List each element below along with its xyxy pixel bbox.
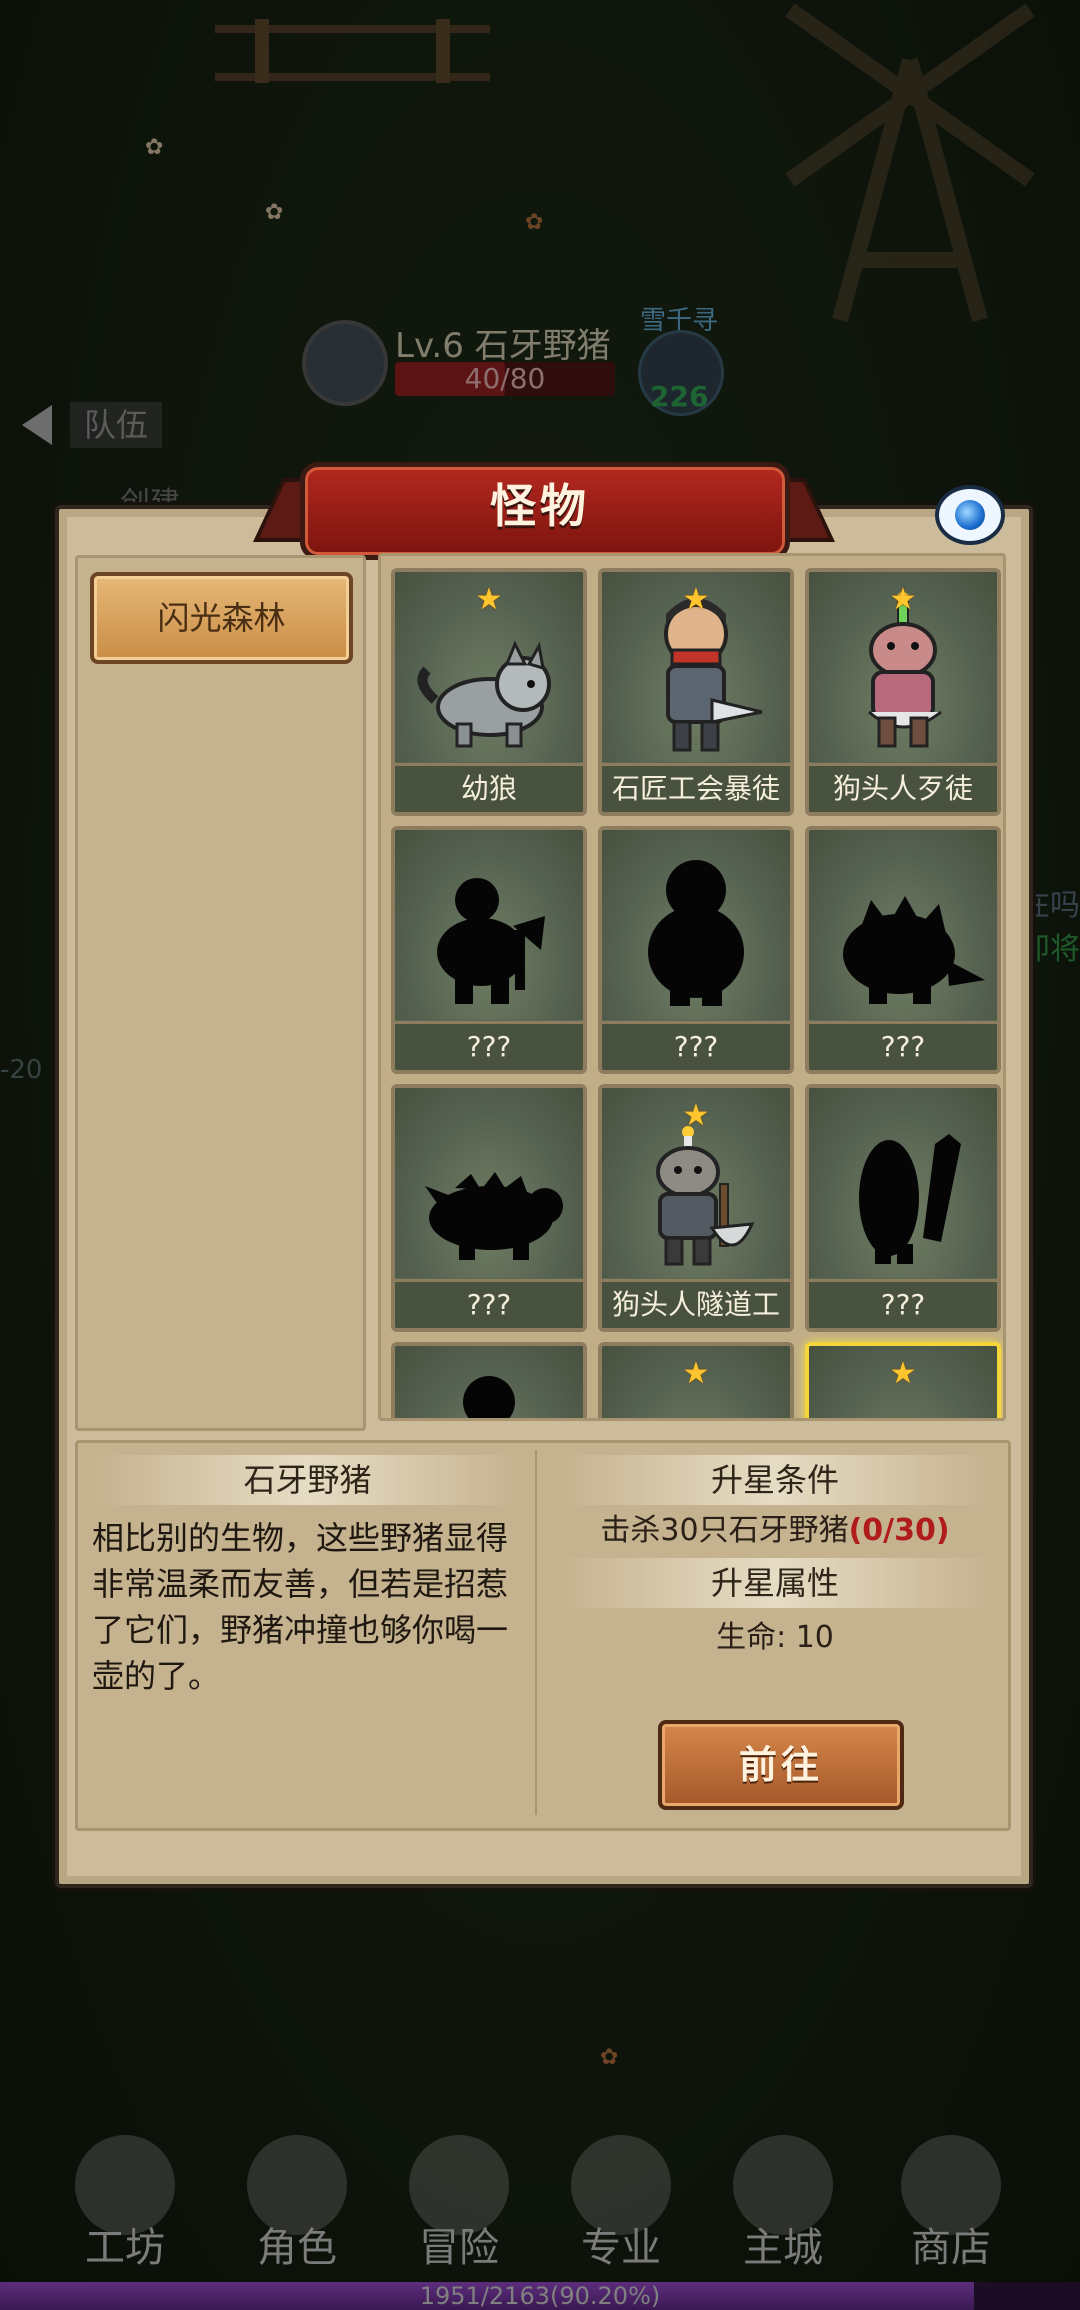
monster-name: 幼狼 (395, 763, 583, 812)
unknown-monster-silhouette (859, 1134, 961, 1264)
nav-item-profession[interactable]: 专业 (546, 2120, 696, 2271)
nav-item-workshop[interactable]: 工坊 (50, 2120, 200, 2271)
monster-name: 狗头人歹徒 (809, 763, 997, 812)
nav-label: 角色 (257, 2225, 337, 2271)
star-icon: ★ (682, 582, 710, 617)
monster-card[interactable] (391, 1342, 587, 1418)
nav-label: 工坊 (85, 2225, 165, 2271)
unknown-monster-silhouette (463, 1376, 515, 1418)
unknown-monster-silhouette (437, 878, 545, 1004)
monster-card[interactable]: ??? (805, 1084, 1001, 1332)
star-icon: ★ (889, 1356, 917, 1391)
eye-pupil (955, 500, 985, 530)
bottom-nav: 工坊 角色 冒险 专业 主城 商店 (0, 2120, 1080, 2290)
star-icon: ★ (682, 1356, 710, 1391)
monster-art (809, 830, 997, 1020)
monster-art: ★ (809, 1346, 997, 1418)
monster-card[interactable]: ★ 石匠工会暴徒 (598, 568, 794, 816)
unknown-monster-silhouette (843, 896, 985, 1004)
monster-card-selected[interactable]: ★ (805, 1342, 1001, 1418)
nav-item-shop[interactable]: 商店 (876, 2120, 1026, 2271)
unknown-monster-silhouette (425, 1172, 563, 1260)
monster-description: 相比别的生物，这些野猪显得非常温柔而友善，但若是招惹了它们，野猪冲撞也够你喝一壶… (92, 1519, 509, 1695)
panel-title: 怪物 (490, 479, 590, 533)
star-condition: 击杀30只石牙野猪(0/30) (555, 1505, 995, 1549)
monster-name: ??? (602, 1021, 790, 1070)
nav-label: 冒险 (419, 2225, 499, 2271)
monster-name: ??? (395, 1279, 583, 1328)
monster-card[interactable]: ??? (598, 826, 794, 1074)
monster-card[interactable]: ★ 狗头人歹徒 (805, 568, 1001, 816)
monster-art (395, 1346, 583, 1418)
nav-label: 主城 (743, 2225, 823, 2271)
monster-art (809, 1088, 997, 1278)
monster-art: ★ (602, 1088, 790, 1278)
info-divider (535, 1450, 537, 1815)
monster-name: 狗头人隧道工 (602, 1279, 790, 1328)
region-button-shining-forest[interactable]: 闪光森林 (90, 572, 353, 664)
nav-label: 专业 (581, 2225, 661, 2271)
monster-card[interactable]: ★ 狗头人隧道工 (598, 1084, 794, 1332)
goto-button[interactable]: 前往 (658, 1720, 904, 1810)
eye-icon[interactable] (935, 485, 1005, 545)
star-condition-text: 击杀30只石牙野猪 (600, 1513, 849, 1548)
monster-info-name: 石牙野猪 (90, 1455, 525, 1505)
monster-art: ★ (395, 572, 583, 762)
star-condition-title: 升星条件 (555, 1455, 995, 1505)
unknown-monster-silhouette (648, 860, 744, 1006)
nav-label: 商店 (911, 2225, 991, 2271)
star-condition-progress: (0/30) (848, 1513, 950, 1548)
monster-name: 石匠工会暴徒 (602, 763, 790, 812)
star-icon: ★ (475, 582, 503, 617)
nav-item-character[interactable]: 角色 (222, 2120, 372, 2271)
exp-text: 1951/2163(90.20%) (419, 2282, 661, 2310)
monster-art: ★ (809, 572, 997, 762)
monster-art: ★ (602, 572, 790, 762)
star-icon: ★ (889, 582, 917, 617)
star-attribute-text: 生命: 10 (716, 1620, 834, 1655)
monster-art (395, 1088, 583, 1278)
region-list (75, 555, 366, 1431)
monster-name: ??? (809, 1021, 997, 1070)
monster-card[interactable]: ??? (391, 1084, 587, 1332)
monster-art: ★ (602, 1346, 790, 1418)
monster-grid[interactable]: ★ 幼狼 ★ 石匠工会暴徒 ★ 狗头人歹徒 ??? ??? ??? ??? ★ … (378, 553, 1006, 1421)
monster-card[interactable]: ★ 幼狼 (391, 568, 587, 816)
monster-card[interactable]: ??? (391, 826, 587, 1074)
monster-card[interactable]: ★ (598, 1342, 794, 1418)
monster-art (395, 830, 583, 1020)
monster-art (602, 830, 790, 1020)
star-attribute-title: 升星属性 (555, 1558, 995, 1608)
monster-name: ??? (809, 1279, 997, 1328)
nav-item-adventure[interactable]: 冒险 (384, 2120, 534, 2271)
nav-item-main-city[interactable]: 主城 (708, 2120, 858, 2271)
monster-name: ??? (395, 1021, 583, 1070)
monster-card[interactable]: ??? (805, 826, 1001, 1074)
star-icon: ★ (682, 1098, 710, 1133)
